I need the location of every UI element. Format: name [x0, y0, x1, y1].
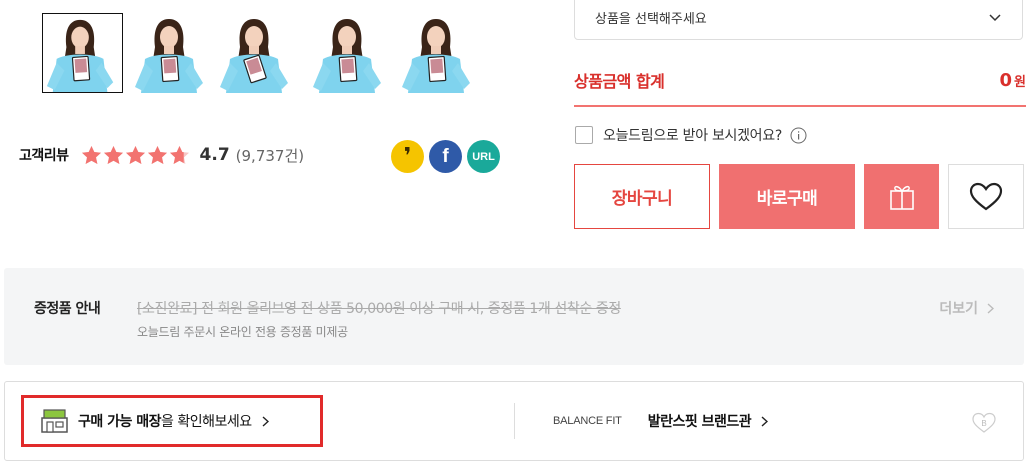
total-price-row: 상품금액 합계 0원 — [574, 55, 1026, 107]
gift-notice-sub: 오늘드림 주문시 온라인 전용 증정품 미제공 — [137, 325, 348, 339]
kakao-glyph: ❜ — [403, 144, 412, 169]
url-copy-icon[interactable]: URL — [467, 140, 500, 173]
product-photo-image — [220, 19, 288, 93]
facebook-glyph: f — [442, 145, 449, 167]
star-icon — [81, 145, 101, 164]
divider — [514, 403, 515, 439]
total-amount-value: 0 — [999, 69, 1013, 91]
facebook-share-icon[interactable]: f — [429, 140, 462, 173]
product-thumbnail-2[interactable] — [131, 13, 212, 93]
review-score: 4.7 — [199, 145, 230, 165]
total-label: 상품금액 합계 — [574, 72, 665, 91]
gift-button[interactable] — [864, 164, 939, 229]
thumbnail-list — [42, 13, 487, 93]
gift-notice: 증정품 안내 [소진완료] 전 회원 올리브영 전 상품 50,000원 이상 … — [4, 268, 1024, 365]
total-amount: 0원 — [1000, 70, 1027, 91]
wishlist-button[interactable] — [948, 164, 1024, 229]
chevron-right-icon — [987, 302, 994, 314]
heart-icon — [969, 182, 1003, 210]
product-photo-image — [402, 19, 470, 93]
star-icon — [125, 145, 145, 164]
add-to-cart-button[interactable]: 장바구니 — [574, 164, 710, 229]
rating-stars — [81, 145, 190, 166]
brand-shop-link[interactable]: BALANCE FIT 발란스핏 브랜드관 — [553, 411, 769, 431]
today-dream-checkbox[interactable] — [575, 126, 593, 144]
product-thumbnail-3[interactable] — [220, 13, 301, 93]
buy-now-button[interactable]: 바로구매 — [719, 164, 855, 229]
kakao-share-icon[interactable]: ❜ — [391, 140, 424, 173]
gift-more-link[interactable]: 더보기 — [939, 298, 994, 318]
today-dream-label[interactable]: 오늘드림으로 받아 보시겠어요? — [603, 125, 782, 145]
gift-notice-main: [소진완료] 전 회원 올리브영 전 상품 50,000원 이상 구매 시, 증… — [137, 301, 621, 317]
url-label: URL — [472, 150, 495, 163]
product-thumbnail-1[interactable] — [42, 13, 123, 93]
star-icon — [103, 145, 123, 164]
gift-more-label: 더보기 — [939, 301, 978, 317]
brand-shop-label: 발란스핏 브랜드관 — [647, 414, 752, 430]
product-photo-image — [135, 19, 203, 93]
chevron-down-icon — [989, 14, 1001, 22]
info-icon[interactable] — [790, 127, 807, 144]
chevron-right-icon — [262, 415, 269, 427]
store-link-rest: 을 확인해보세요 — [161, 414, 252, 430]
review-count: (9,737건) — [235, 146, 305, 165]
product-photo-image — [46, 19, 114, 92]
chevron-right-icon — [761, 415, 769, 427]
option-select-placeholder: 상품을 선택해주세요 — [595, 11, 707, 27]
add-to-cart-label: 장바구니 — [611, 189, 673, 209]
total-amount-unit: 원 — [1014, 74, 1026, 90]
today-dream-option: 오늘드림으로 받아 보시겠어요? — [575, 125, 807, 145]
option-select[interactable]: 상품을 선택해주세요 — [574, 0, 1023, 40]
gift-notice-title: 증정품 안내 — [34, 301, 101, 317]
buy-now-label: 바로구매 — [756, 189, 818, 209]
star-icon — [147, 145, 167, 164]
store-availability-link[interactable]: 구매 가능 매장 을 확인해보세요 — [41, 409, 269, 433]
store-link-strong: 구매 가능 매장 — [78, 414, 162, 430]
brand-heart-letter: B — [981, 419, 986, 428]
review-summary[interactable]: 고객리뷰 4.7 (9,737건) — [19, 140, 304, 170]
store-icon — [41, 409, 68, 433]
product-thumbnail-4[interactable] — [309, 13, 390, 93]
brand-english-name: BALANCE FIT — [553, 415, 622, 427]
brand-like-heart-icon[interactable]: B — [972, 412, 996, 434]
review-label: 고객리뷰 — [19, 148, 69, 164]
star-icon — [169, 145, 189, 164]
product-photo-image — [313, 19, 381, 93]
share-buttons: ❜ f URL — [391, 140, 500, 173]
product-thumbnail-5[interactable] — [398, 13, 479, 93]
gift-icon — [889, 185, 914, 210]
